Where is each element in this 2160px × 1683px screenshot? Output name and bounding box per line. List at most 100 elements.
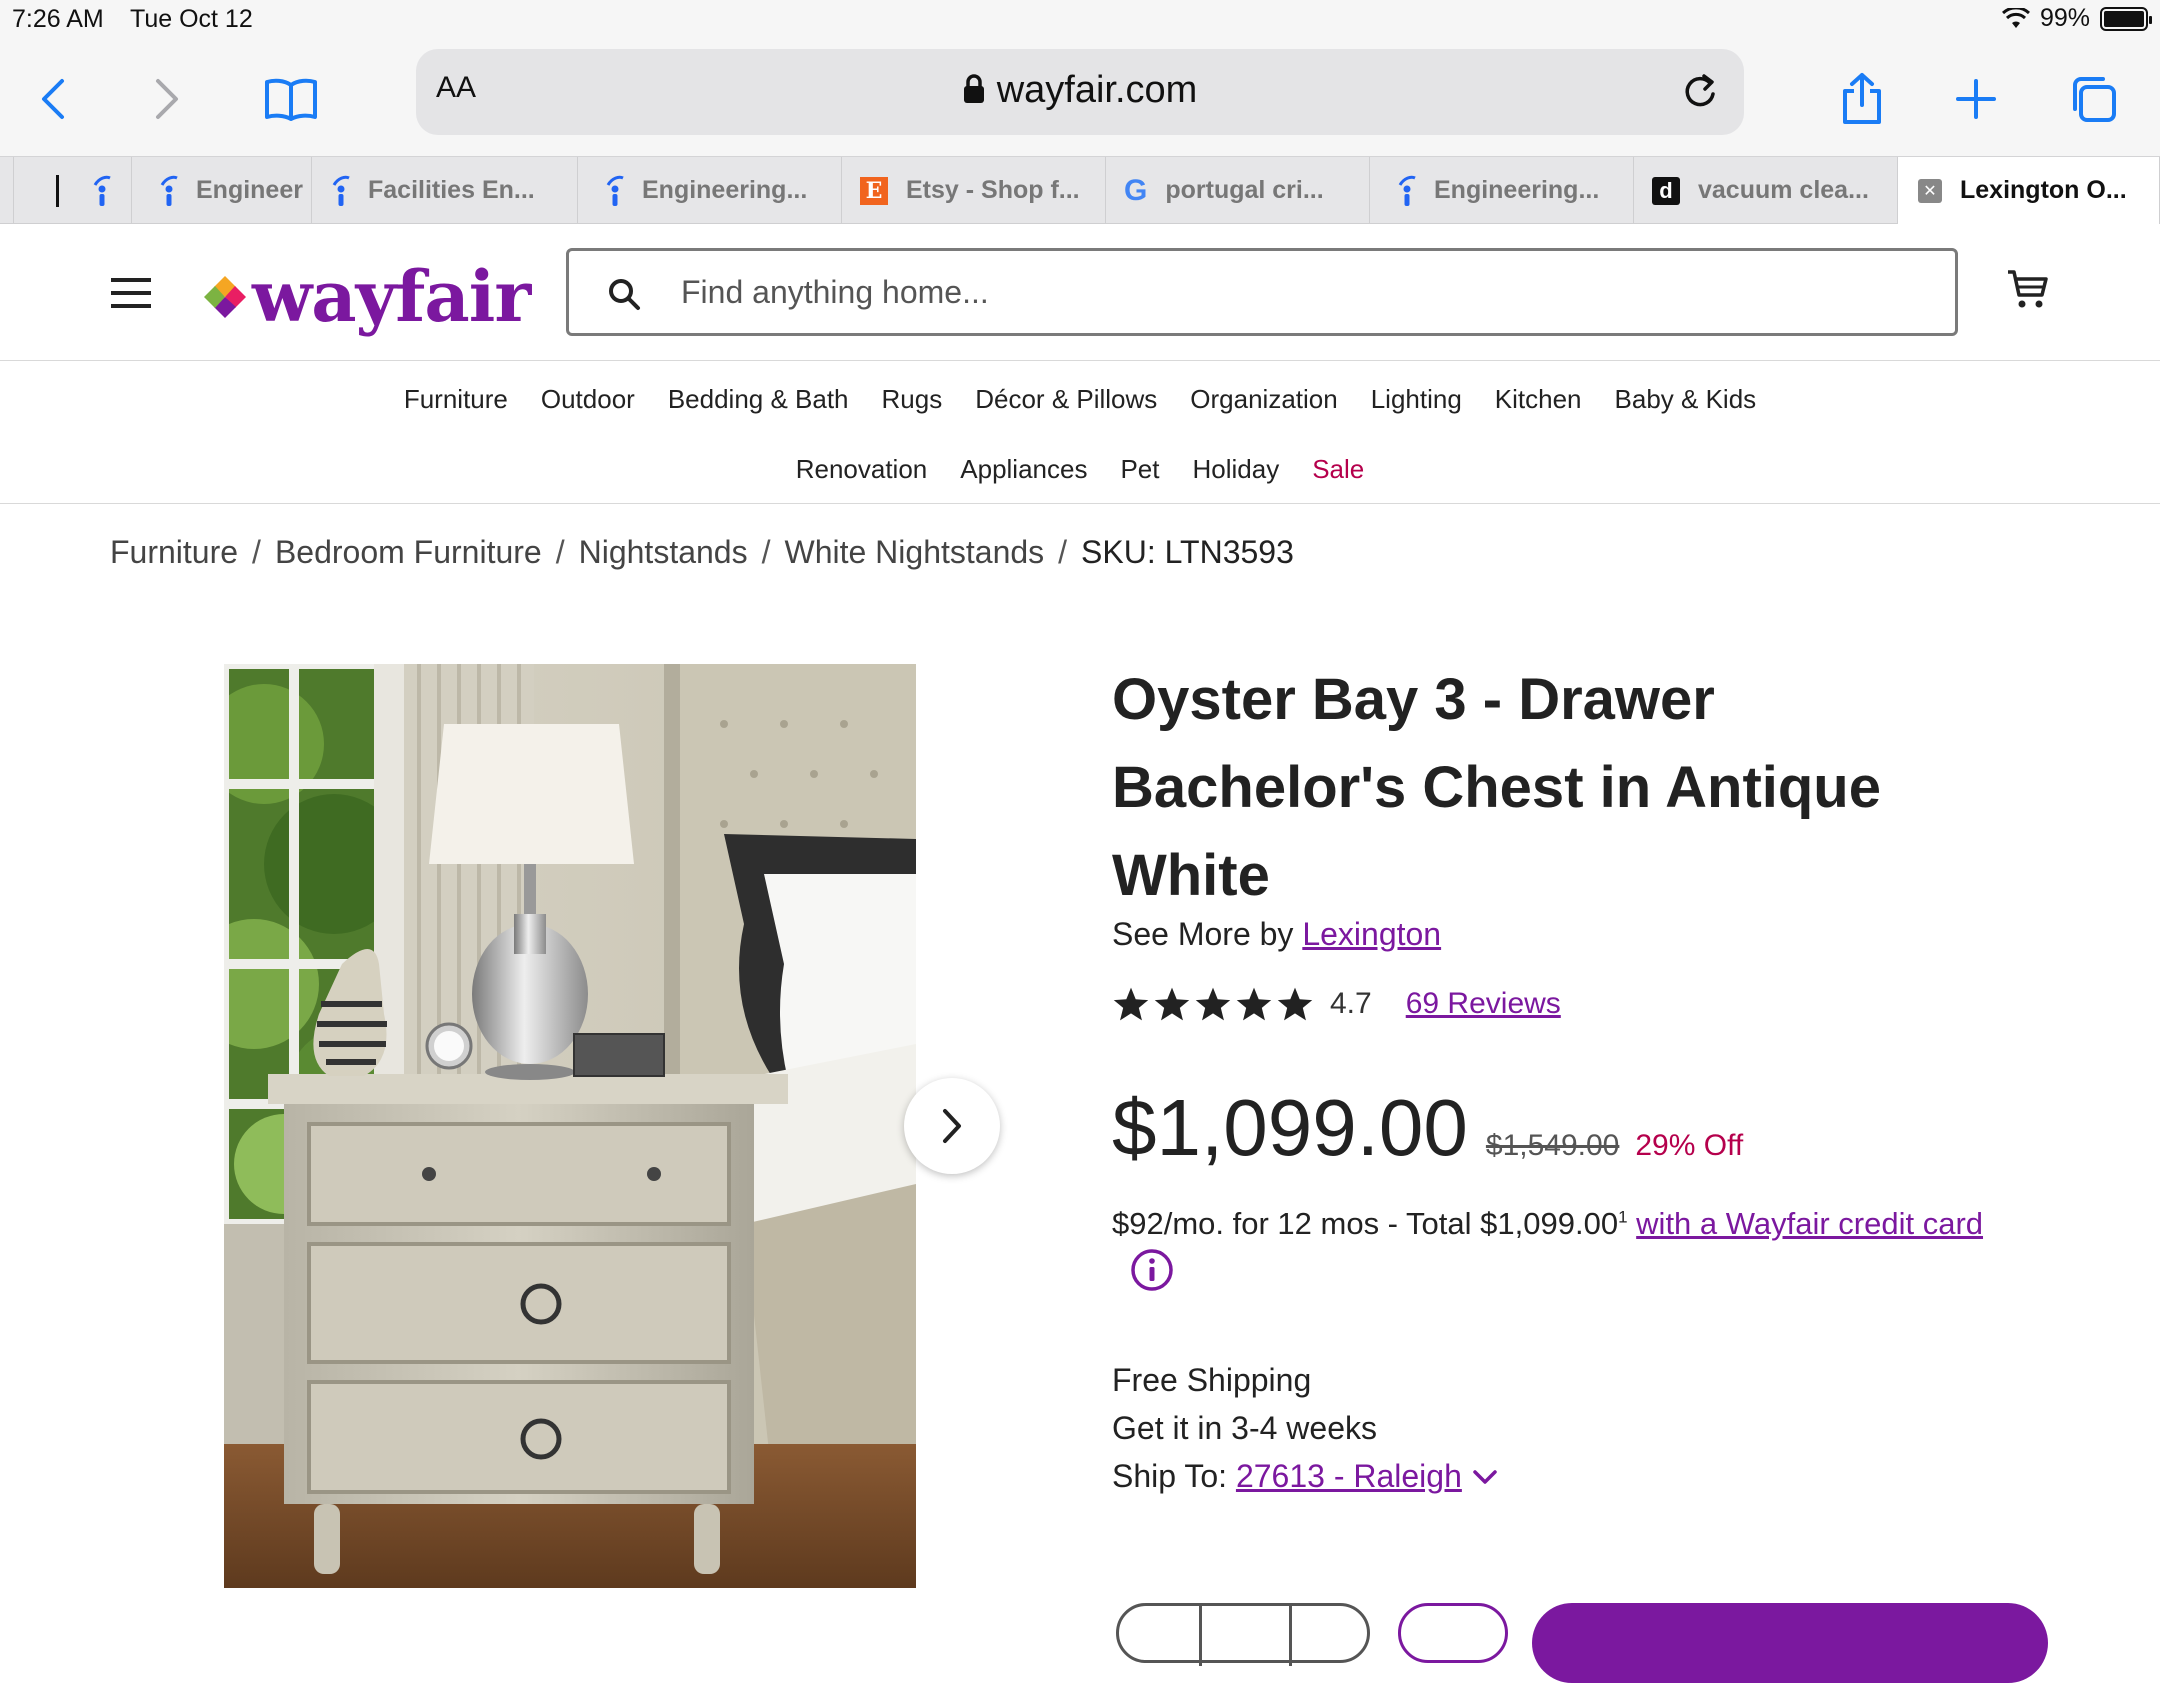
lock-icon	[963, 74, 984, 103]
search-box[interactable]	[566, 248, 1958, 336]
nav-baby-kids[interactable]: Baby & Kids	[1615, 384, 1757, 415]
breadcrumb-nightstands[interactable]: Nightstands	[579, 534, 748, 570]
nav-rugs[interactable]: Rugs	[882, 384, 943, 415]
star-icon	[1113, 987, 1149, 1021]
nav-renovation[interactable]: Renovation	[796, 454, 928, 485]
chevron-right-icon	[156, 79, 178, 119]
tab-overview-button[interactable]	[2058, 64, 2128, 134]
tab-7[interactable]: d vacuum clea...	[1634, 157, 1898, 224]
star-icon	[1236, 987, 1272, 1021]
battery-icon	[2100, 6, 2152, 31]
wayfair-logo[interactable]: wayfair	[202, 255, 531, 338]
tiktok-icon: d	[1652, 176, 1680, 205]
search-icon	[609, 279, 640, 310]
breadcrumb-bedroom-furniture[interactable]: Bedroom Furniture	[275, 534, 542, 570]
breadcrumb-furniture[interactable]: Furniture	[110, 534, 238, 570]
delivery-estimate: Get it in 3-4 weeks	[1112, 1410, 1377, 1446]
wayfair-pinwheel-icon	[204, 275, 246, 318]
tab-4[interactable]: E Etsy - Shop f...	[842, 157, 1106, 224]
bookmarks-button[interactable]	[256, 64, 326, 134]
breadcrumb-white-nightstands[interactable]: White Nightstands	[784, 534, 1044, 570]
indeed-icon	[332, 175, 350, 206]
tabs-icon	[2073, 77, 2116, 122]
quantity-stepper[interactable]	[1116, 1603, 1370, 1666]
wifi-icon	[2001, 7, 2030, 28]
nav-organization[interactable]: Organization	[1190, 384, 1337, 415]
nav-furniture[interactable]: Furniture	[404, 384, 508, 415]
nav-kitchen[interactable]: Kitchen	[1495, 384, 1582, 415]
nav-outdoor[interactable]: Outdoor	[541, 384, 635, 415]
nav-appliances[interactable]: Appliances	[960, 454, 1087, 485]
tab-5[interactable]: G portugal cri...	[1106, 157, 1370, 224]
brand-link[interactable]: Lexington	[1302, 916, 1441, 952]
star-icon	[1195, 987, 1231, 1021]
financing-footnote: 1	[1618, 1207, 1628, 1227]
next-image-button[interactable]	[904, 1078, 1000, 1174]
hamburger-menu-icon[interactable]	[110, 277, 152, 309]
ship-to-location-link[interactable]: 27613 - Raleigh	[1236, 1458, 1462, 1494]
nav-decor-pillows[interactable]: Décor & Pillows	[975, 384, 1157, 415]
chevron-down-icon[interactable]	[1472, 1469, 1498, 1485]
cart-icon[interactable]	[2006, 267, 2050, 311]
close-tab-icon[interactable]: ✕	[1918, 178, 1942, 203]
address-bar[interactable]: AA wayfair.com	[416, 49, 1744, 135]
url-display[interactable]: wayfair.com	[416, 69, 1744, 112]
see-more-by: See More by Lexington	[1112, 916, 1441, 953]
logo-wordmark: wayfair	[252, 255, 531, 338]
tab-6[interactable]: Engineering...	[1370, 157, 1634, 224]
nav-pet[interactable]: Pet	[1120, 454, 1159, 485]
share-icon	[1843, 73, 1881, 124]
indeed-icon	[160, 175, 178, 206]
tab-title: Engineering...	[642, 176, 808, 204]
nav-row-2: Renovation Appliances Pet Holiday Sale	[0, 454, 2160, 485]
original-price: $1,549.00	[1485, 1129, 1620, 1162]
stepper-divider	[1289, 1606, 1292, 1666]
ship-to-label: Ship To:	[1112, 1458, 1228, 1494]
tab-0[interactable]	[14, 157, 132, 224]
nav-lighting[interactable]: Lighting	[1371, 384, 1462, 415]
share-button[interactable]	[1827, 64, 1897, 134]
current-price: $1,099.00	[1112, 1083, 1468, 1172]
search-input[interactable]	[681, 267, 1881, 317]
tab-edge	[0, 157, 14, 224]
nav-row-1: Furniture Outdoor Bedding & Bath Rugs Dé…	[0, 384, 2160, 415]
stepper-divider	[1199, 1606, 1202, 1666]
forward-button[interactable]	[132, 64, 202, 134]
tab-active[interactable]: ✕ Lexington O...	[1898, 157, 2160, 224]
back-button[interactable]	[18, 64, 88, 134]
site-header: wayfair	[0, 225, 2160, 361]
breadcrumb-separator: /	[252, 534, 261, 570]
cursor-marker	[56, 174, 59, 207]
add-to-cart-button[interactable]	[1532, 1603, 2048, 1683]
rating-row: 4.7 69 Reviews	[1112, 986, 1561, 1022]
product-title: Oyster Bay 3 - Drawer Bachelor's Chest i…	[1112, 667, 1881, 908]
rating-stars	[1112, 986, 1314, 1022]
reload-icon[interactable]	[1678, 67, 1722, 113]
star-icon	[1154, 987, 1190, 1021]
favorite-button[interactable]	[1398, 1603, 1508, 1663]
nav-bedding-bath[interactable]: Bedding & Bath	[668, 384, 849, 415]
tab-title: vacuum clea...	[1698, 176, 1869, 204]
breadcrumb-separator: /	[555, 534, 565, 570]
info-icon[interactable]	[1130, 1248, 1174, 1292]
reviews-link[interactable]: 69 Reviews	[1406, 987, 1561, 1021]
indeed-icon	[606, 175, 624, 206]
nav-sale[interactable]: Sale	[1312, 454, 1364, 485]
breadcrumb: Furniture / Bedroom Furniture / Nightstands /…	[110, 534, 1294, 571]
discount-badge: 29% Off	[1635, 1129, 1744, 1162]
nav-holiday[interactable]: Holiday	[1193, 454, 1280, 485]
status-right: 99%	[2001, 4, 2152, 33]
tab-1[interactable]: Engineer	[132, 157, 312, 224]
chevron-left-icon	[42, 79, 64, 119]
new-tab-button[interactable]	[1941, 64, 2011, 134]
price-row: $1,099.00 $1,549.00 29% Off	[1112, 1082, 1743, 1174]
tab-title: Engineering...	[1434, 176, 1600, 204]
breadcrumb-separator: /	[1058, 534, 1068, 570]
tab-3[interactable]: Engineering...	[578, 157, 842, 224]
browser-toolbar: AA wayfair.com	[0, 40, 2160, 156]
nightstand-photo	[224, 664, 916, 1588]
tab-2[interactable]: Facilities En...	[312, 157, 578, 224]
credit-card-link[interactable]: with a Wayfair credit card	[1636, 1206, 1983, 1241]
chevron-right-icon	[943, 1109, 961, 1143]
product-image[interactable]	[224, 664, 916, 1588]
